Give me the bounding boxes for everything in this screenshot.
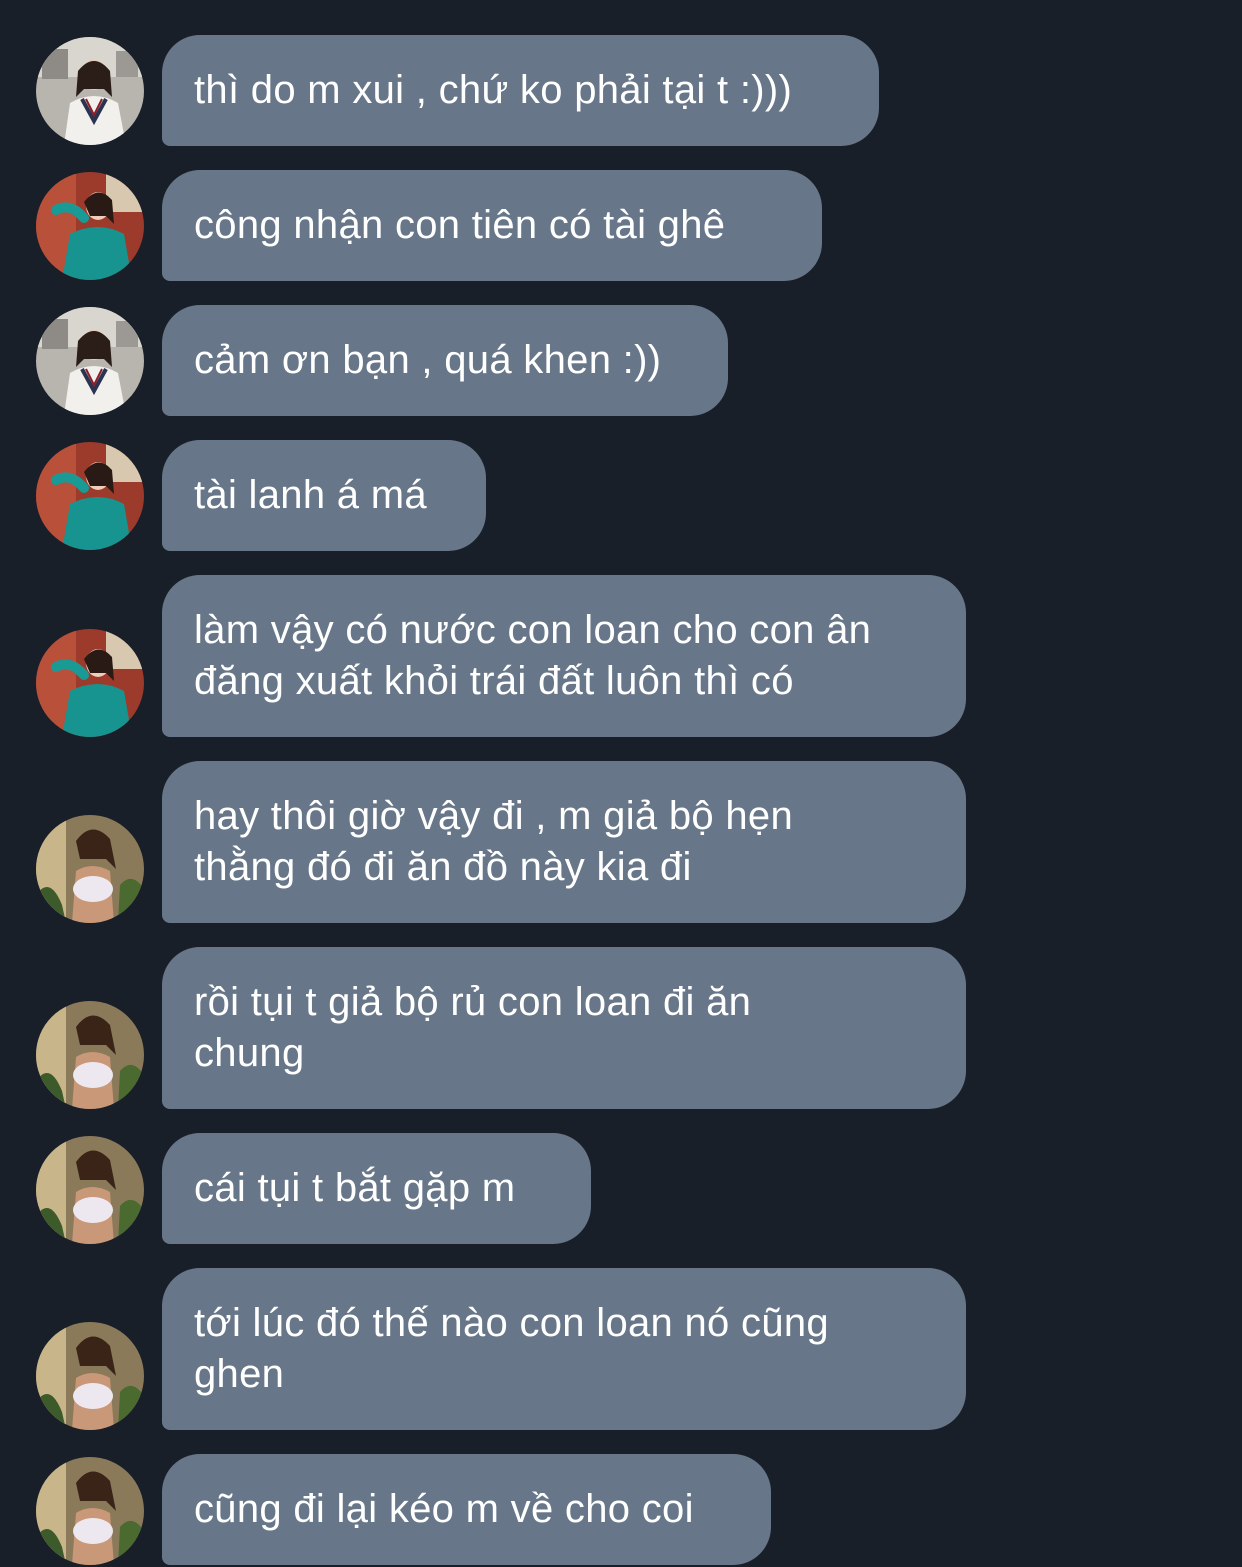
avatar[interactable] xyxy=(36,172,144,280)
avatar-white-sports-top-icon xyxy=(36,815,144,923)
avatar-white-sports-top-icon xyxy=(36,1457,144,1565)
avatar-white-sports-top-icon xyxy=(36,1322,144,1430)
avatar[interactable] xyxy=(36,1001,144,1109)
avatar[interactable] xyxy=(36,629,144,737)
message-text: làm vậy có nước con loan cho con ân đăng… xyxy=(194,608,872,703)
message-text: thì do m xui , chứ ko phải tại t :))) xyxy=(194,68,793,112)
message-bubble[interactable]: tài lanh á má xyxy=(162,440,486,551)
avatar[interactable] xyxy=(36,442,144,550)
chat-thread: thì do m xui , chứ ko phải tại t :))) cô… xyxy=(0,0,1242,1567)
message-bubble[interactable]: làm vậy có nước con loan cho con ân đăng… xyxy=(162,575,966,737)
message-bubble[interactable]: cảm ơn bạn , quá khen :)) xyxy=(162,305,728,416)
message-bubble[interactable]: tới lúc đó thế nào con loan nó cũng ghen xyxy=(162,1268,966,1430)
avatar[interactable] xyxy=(36,1136,144,1244)
avatar[interactable] xyxy=(36,1322,144,1430)
message-text: cũng đi lại kéo m về cho coi xyxy=(194,1487,694,1531)
message-text: hay thôi giờ vậy đi , m giả bộ hẹn thằng… xyxy=(194,794,793,889)
avatar-white-sweater-icon xyxy=(36,37,144,145)
message-bubble[interactable]: thì do m xui , chứ ko phải tại t :))) xyxy=(162,35,879,146)
message-bubble[interactable]: rồi tụi t giả bộ rủ con loan đi ăn chung xyxy=(162,947,966,1109)
avatar-teal-dress-icon xyxy=(36,442,144,550)
avatar-teal-dress-icon xyxy=(36,629,144,737)
avatar[interactable] xyxy=(36,307,144,415)
message-text: tới lúc đó thế nào con loan nó cũng ghen xyxy=(194,1301,829,1396)
avatar-white-sports-top-icon xyxy=(36,1136,144,1244)
message-text: cảm ơn bạn , quá khen :)) xyxy=(194,338,662,382)
avatar-white-sweater-icon xyxy=(36,307,144,415)
message-bubble[interactable]: cái tụi t bắt gặp m xyxy=(162,1133,591,1244)
message-text: công nhận con tiên có tài ghê xyxy=(194,203,726,247)
message-bubble[interactable]: hay thôi giờ vậy đi , m giả bộ hẹn thằng… xyxy=(162,761,966,923)
avatar[interactable] xyxy=(36,37,144,145)
avatar-white-sports-top-icon xyxy=(36,1001,144,1109)
message-bubble[interactable]: cũng đi lại kéo m về cho coi xyxy=(162,1454,771,1565)
avatar[interactable] xyxy=(36,1457,144,1565)
avatar[interactable] xyxy=(36,815,144,923)
avatar-teal-dress-icon xyxy=(36,172,144,280)
message-text: cái tụi t bắt gặp m xyxy=(194,1166,516,1210)
message-bubble[interactable]: công nhận con tiên có tài ghê xyxy=(162,170,822,281)
message-text: tài lanh á má xyxy=(194,473,427,517)
message-text: rồi tụi t giả bộ rủ con loan đi ăn chung xyxy=(194,980,752,1075)
